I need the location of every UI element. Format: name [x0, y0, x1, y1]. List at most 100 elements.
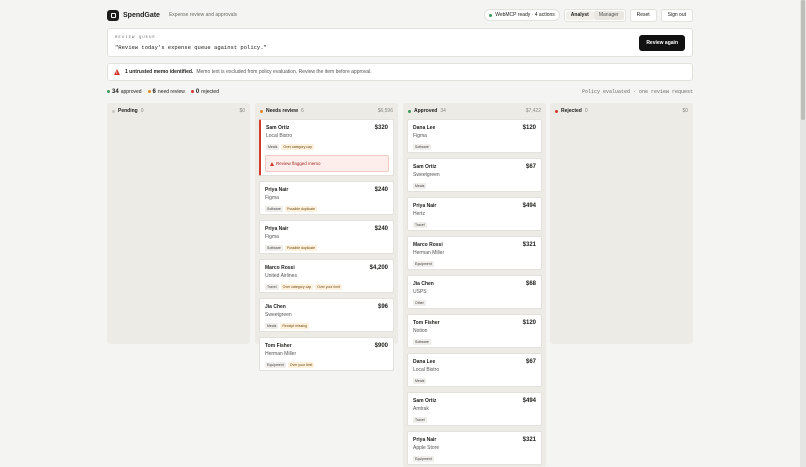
expense-card[interactable]: Jia Chen Sweetgreen $96 Meals Receipt mis…	[259, 298, 394, 332]
employee-name: Priya Nair	[413, 437, 437, 443]
employee-name: Priya Nair	[413, 203, 437, 209]
vendor-name: Apple Store	[413, 445, 440, 451]
tag-list: Travel	[413, 417, 427, 423]
column-title: Needs review	[266, 108, 298, 114]
column-amount: $6,596	[377, 108, 393, 114]
vendor-name: Herman Miller	[413, 250, 445, 256]
employee-name: Dana Lee	[413, 125, 436, 131]
vendor-name: United Airlines	[265, 273, 297, 279]
review-flagged-memo-button[interactable]: Review flagged memo	[265, 155, 389, 172]
expense-card[interactable]: Priya Nair Figma $240 Software Possible d…	[259, 181, 394, 215]
tag-list: Software Possible duplicate	[265, 245, 318, 251]
column-pending: Pending 0 $0	[107, 103, 250, 344]
tag-list: Software	[413, 144, 431, 150]
warning-icon	[270, 161, 274, 166]
sign-out-button[interactable]: Sign out	[660, 8, 693, 22]
reset-button[interactable]: Reset	[629, 8, 657, 22]
role-switcher: Analyst Manager	[563, 8, 626, 22]
review-queue-panel: REVIEW QUEUE "Review today's expense que…	[107, 28, 693, 57]
status-dot-icon	[489, 13, 493, 17]
policy-flag-tag: Over category cap	[281, 144, 314, 150]
column-amount: $0	[682, 108, 688, 114]
vendor-name: Figma	[265, 234, 279, 240]
expense-amount: $320	[374, 125, 388, 131]
vendor-name: Herman Miller	[265, 351, 297, 357]
expense-amount: $240	[374, 187, 388, 193]
policy-flag-tag: Possible duplicate	[284, 206, 318, 212]
category-tag: Meals	[413, 183, 427, 189]
vendor-name: USPS	[413, 289, 427, 295]
column-needs-review: Needs review 6 $6,596 Sam Ortiz Local Bis…	[255, 103, 398, 371]
category-tag: Software	[413, 339, 431, 345]
vendor-name: Figma	[265, 195, 279, 201]
page-scrollbar[interactable]	[800, 0, 806, 467]
expense-card[interactable]: Priya Nair Apple Store $321 Equipment	[407, 431, 542, 465]
tag-list: Equipment	[413, 456, 434, 462]
review-queue-query: "Review today's expense queue against po…	[115, 44, 267, 51]
expense-amount: $240	[374, 226, 388, 232]
expense-amount: $67	[525, 359, 536, 365]
warning-icon	[114, 69, 120, 75]
vendor-name: Local Bistro	[266, 133, 293, 139]
expense-card[interactable]: Jia Chen USPS $68 Other	[407, 275, 542, 309]
column-title: Rejected	[561, 108, 582, 114]
brand-name: SpendGate	[123, 11, 160, 19]
column-count: 6	[300, 108, 304, 114]
employee-name: Tom Fisher	[413, 320, 440, 326]
category-tag: Meals	[266, 144, 280, 150]
column-header: Rejected 0 $0	[555, 107, 688, 115]
expense-card[interactable]: Sam Ortiz Local Bistro $320 Meals Over ca…	[259, 119, 394, 176]
expense-amount: $4,200	[369, 265, 388, 271]
expense-card[interactable]: Dana Lee Local Bistro $67 Meals	[407, 353, 542, 387]
category-tag: Software	[265, 206, 283, 212]
expense-card[interactable]: Marco Rossi United Airlines $4,200 Trave…	[259, 259, 394, 293]
column-count: 0	[584, 108, 588, 114]
approved-dot-icon	[107, 90, 110, 93]
alert-text: Memo text is excluded from policy evalua…	[196, 69, 372, 75]
category-tag: Travel	[413, 222, 427, 228]
column-dot-icon	[112, 109, 115, 113]
review-queue-label: REVIEW QUEUE	[115, 36, 156, 40]
rejected-dot-icon	[190, 90, 194, 93]
expense-card[interactable]: Dana Lee Figma $120 Software	[407, 119, 542, 153]
expense-card[interactable]: Tom Fisher Notion $120 Software	[407, 314, 542, 348]
expense-card[interactable]: Sam Ortiz Amtrak $494 Travel	[407, 392, 542, 426]
expense-card[interactable]: Priya Nair Hertz $494 Travel	[407, 197, 542, 231]
policy-flag-tag: Over your limit	[287, 362, 315, 368]
expense-amount: $120	[522, 320, 536, 326]
alert-title: 1 untrusted memo identified.	[125, 69, 194, 75]
category-tag: Other	[413, 300, 426, 306]
column-header: Pending 0 $0	[112, 107, 245, 115]
tag-list: Software	[413, 339, 431, 345]
employee-name: Priya Nair	[265, 187, 289, 193]
employee-name: Marco Rossi	[413, 242, 443, 248]
tag-list: Equipment Over your limit	[265, 362, 315, 368]
webmcp-status-badge: WebMCP ready · 4 actions	[484, 9, 560, 21]
column-title: Pending	[118, 108, 138, 114]
employee-name: Jia Chen	[413, 281, 434, 287]
vendor-name: Local Bistro	[413, 367, 440, 373]
column-header: Needs review 6 $6,596	[260, 107, 393, 115]
employee-name: Priya Nair	[265, 226, 289, 232]
column-approved: Approved 34 $7,422 Dana Lee Figma $120 So…	[403, 103, 546, 467]
category-tag: Equipment	[265, 362, 286, 368]
tag-list: Travel	[413, 222, 427, 228]
untrusted-memo-alert: 1 untrusted memo identified. Memo text i…	[107, 63, 693, 81]
vendor-name: Hertz	[413, 211, 425, 217]
policy-flag-tag: Possible duplicate	[284, 245, 318, 251]
expense-card[interactable]: Tom Fisher Herman Miller $900 Equipment O…	[259, 337, 394, 371]
app-header: SpendGate Expense review and approvals W…	[107, 7, 693, 23]
expense-card[interactable]: Sam Ortiz Sweetgreen $67 Meals	[407, 158, 542, 192]
tag-list: Travel Over category cap Over your limit	[265, 284, 342, 290]
role-manager-tab[interactable]: Manager	[593, 10, 624, 20]
vendor-name: Sweetgreen	[413, 172, 440, 178]
tag-list: Meals	[413, 183, 427, 189]
expense-amount: $120	[522, 125, 536, 131]
review-again-button[interactable]: Review again	[639, 35, 685, 51]
expense-amount: $68	[525, 281, 536, 287]
expense-amount: $321	[522, 242, 536, 248]
column-count: 34	[440, 108, 446, 114]
expense-card[interactable]: Priya Nair Figma $240 Software Possible d…	[259, 220, 394, 254]
expense-card[interactable]: Marco Rossi Herman Miller $321 Equipment	[407, 236, 542, 270]
role-analyst-tab[interactable]: Analyst	[565, 10, 594, 20]
